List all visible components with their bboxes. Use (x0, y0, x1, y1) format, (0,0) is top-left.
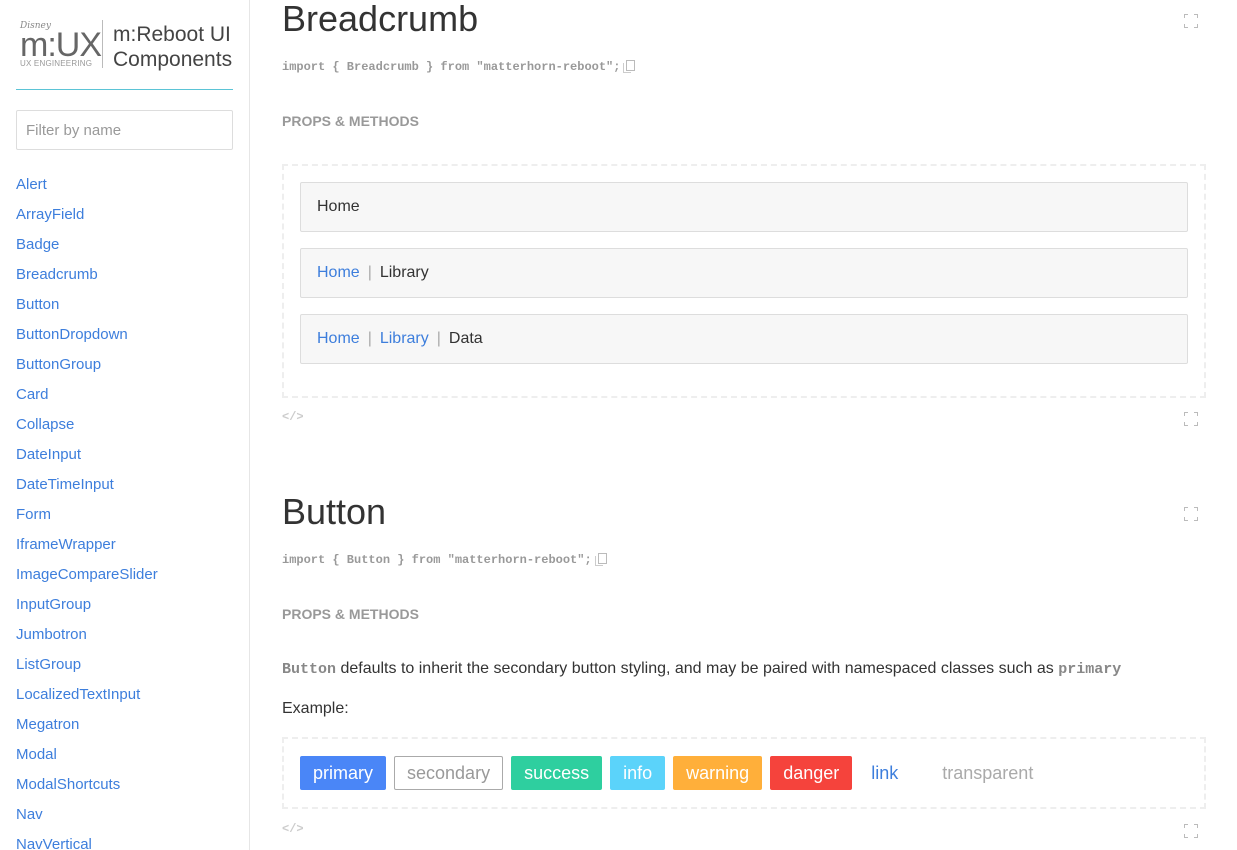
nav-link-imagecompareslider[interactable]: ImageCompareSlider (16, 566, 158, 583)
nav-item: ButtonDropdown (16, 325, 158, 355)
breadcrumb-link-home[interactable]: Home (317, 330, 360, 347)
button-section-title: Button (282, 491, 387, 532)
nav-item: LocalizedTextInput (16, 685, 158, 715)
nav-item: Collapse (16, 415, 158, 445)
ux-engineering-label: UX ENGINEERING (20, 59, 93, 68)
nav-item: Megatron (16, 715, 158, 745)
nav-item: Button (16, 295, 158, 325)
button-props-heading[interactable]: PROPS & METHODS (282, 606, 419, 622)
nav-item: DateTimeInput (16, 475, 158, 505)
nav-item: IframeWrapper (16, 535, 158, 565)
nav-item: ArrayField (16, 205, 158, 235)
nav-item: ListGroup (16, 655, 158, 685)
breadcrumb-link-home[interactable]: Home (317, 264, 360, 281)
breadcrumb-current: Home (317, 198, 360, 215)
secondary-button[interactable]: secondary (394, 756, 504, 790)
show-code-toggle[interactable]: </> (282, 822, 304, 836)
nav-link-breadcrumb[interactable]: Breadcrumb (16, 266, 98, 283)
nav-link-badge[interactable]: Badge (16, 236, 59, 253)
nav-link-buttondropdown[interactable]: ButtonDropdown (16, 326, 128, 343)
show-code-toggle[interactable]: </> (282, 410, 304, 424)
nav-item: Breadcrumb (16, 265, 158, 295)
mux-logo[interactable]: Disney m:UX UX ENGINEERING (18, 20, 102, 70)
app-title: m:Reboot UI Components (113, 23, 233, 71)
danger-button[interactable]: danger (770, 756, 853, 790)
sidebar: Disney m:UX UX ENGINEERING m:Reboot UI C… (0, 0, 250, 850)
nav-item: ButtonGroup (16, 355, 158, 385)
breadcrumb-section-title: Breadcrumb (282, 0, 479, 39)
nav-link-inputgroup[interactable]: InputGroup (16, 596, 91, 613)
warning-button[interactable]: warning (673, 756, 763, 790)
breadcrumb-example-box: Home Home | Library Home | Library | Data (282, 164, 1206, 398)
expand-icon[interactable] (1184, 507, 1198, 521)
nav-item: Badge (16, 235, 158, 265)
breadcrumb-current: Library (379, 264, 429, 281)
expand-icon[interactable] (1184, 412, 1198, 426)
component-nav: Alert ArrayField Badge Breadcrumb Button… (16, 175, 158, 850)
example-label: Example: (282, 700, 349, 717)
button-import: import { Button } from "matterhorn-reboo… (282, 553, 607, 567)
link-button[interactable]: link (860, 756, 909, 790)
nav-item: NavVertical (16, 835, 158, 850)
breadcrumb-import: import { Breadcrumb } from "matterhorn-r… (282, 60, 636, 74)
brand-divider (102, 20, 103, 68)
nav-item: Nav (16, 805, 158, 835)
nav-item: ModalShortcuts (16, 775, 158, 805)
nav-link-navvertical[interactable]: NavVertical (16, 836, 92, 850)
nav-link-datetimeinput[interactable]: DateTimeInput (16, 476, 114, 493)
nav-link-localizedtextinput[interactable]: LocalizedTextInput (16, 686, 140, 703)
expand-icon[interactable] (1184, 824, 1198, 838)
nav-link-listgroup[interactable]: ListGroup (16, 656, 81, 673)
nav-item: Form (16, 505, 158, 535)
nav-link-jumbotron[interactable]: Jumbotron (16, 626, 87, 643)
nav-link-collapse[interactable]: Collapse (16, 416, 74, 433)
nav-item: ImageCompareSlider (16, 565, 158, 595)
nav-item: Modal (16, 745, 158, 775)
copy-icon[interactable] (623, 60, 636, 73)
breadcrumb-separator: | (367, 264, 372, 281)
breadcrumb-separator: | (367, 330, 372, 347)
breadcrumb-props-heading[interactable]: PROPS & METHODS (282, 113, 419, 129)
nav-link-iframewrapper[interactable]: IframeWrapper (16, 536, 116, 553)
copy-icon[interactable] (594, 553, 607, 566)
nav-link-buttongroup[interactable]: ButtonGroup (16, 356, 101, 373)
transparent-button[interactable]: transparent (917, 756, 1058, 790)
breadcrumb-example-3: Home | Library | Data (300, 314, 1188, 364)
breadcrumb-link-library[interactable]: Library (380, 330, 429, 347)
breadcrumb-example-1: Home (300, 182, 1188, 232)
nav-link-modal[interactable]: Modal (16, 746, 57, 763)
primary-button[interactable]: primary (300, 756, 387, 790)
nav-item: InputGroup (16, 595, 158, 625)
filter-input[interactable] (16, 110, 233, 150)
nav-item: Alert (16, 175, 158, 205)
nav-link-megatron[interactable]: Megatron (16, 716, 79, 733)
nav-link-modalshortcuts[interactable]: ModalShortcuts (16, 776, 120, 793)
button-description: Button defaults to inherit the secondary… (282, 660, 1122, 678)
breadcrumb-separator: | (436, 330, 441, 347)
nav-item: Jumbotron (16, 625, 158, 655)
breadcrumb-current: Data (448, 330, 483, 347)
nav-link-arrayfield[interactable]: ArrayField (16, 206, 84, 223)
nav-item: DateInput (16, 445, 158, 475)
success-button[interactable]: success (511, 756, 603, 790)
nav-link-dateinput[interactable]: DateInput (16, 446, 81, 463)
expand-icon[interactable] (1184, 14, 1198, 28)
info-button[interactable]: info (610, 756, 666, 790)
nav-item: Card (16, 385, 158, 415)
nav-link-button[interactable]: Button (16, 296, 59, 313)
main-content: Breadcrumb import { Breadcrumb } from "m… (250, 0, 1237, 850)
brand-header: Disney m:UX UX ENGINEERING m:Reboot UI C… (16, 18, 233, 90)
nav-link-card[interactable]: Card (16, 386, 49, 403)
button-example-box: primary secondary success info warning d… (282, 737, 1206, 809)
breadcrumb-example-2: Home | Library (300, 248, 1188, 298)
button-row: primary secondary success info warning d… (300, 756, 1066, 790)
nav-link-form[interactable]: Form (16, 506, 51, 523)
nav-link-nav[interactable]: Nav (16, 806, 43, 823)
nav-link-alert[interactable]: Alert (16, 176, 47, 193)
